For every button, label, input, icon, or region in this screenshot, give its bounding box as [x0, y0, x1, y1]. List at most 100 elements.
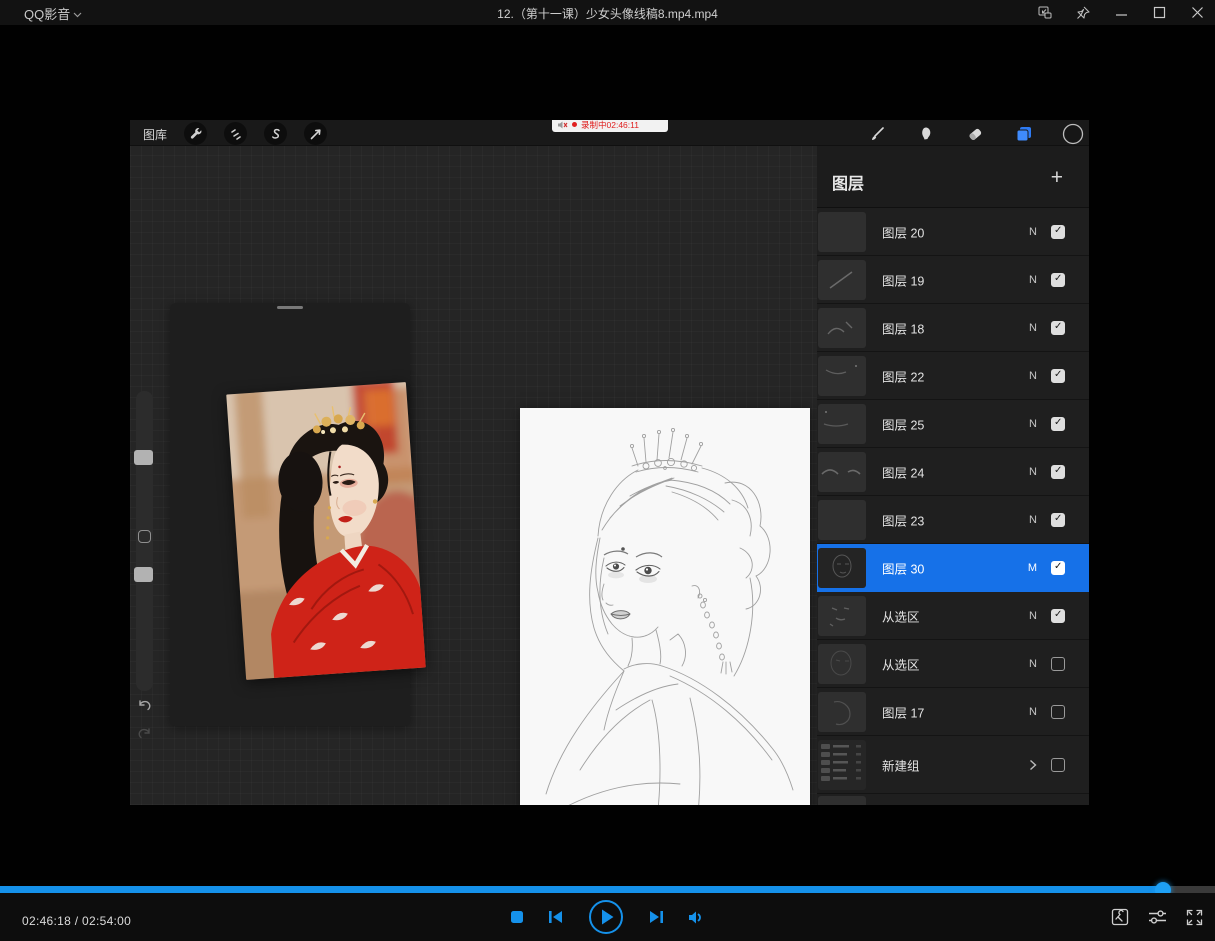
layers-panel-button[interactable]: [1012, 122, 1035, 145]
wrench-icon: [189, 127, 203, 141]
layer-row[interactable]: 图层 18 N: [817, 304, 1089, 352]
pin-icon: [1076, 6, 1090, 20]
player-control-bar: 02:46:18 / 02:54:00: [0, 893, 1215, 941]
gallery-button[interactable]: 图库: [143, 126, 167, 143]
group-visibility-checkbox[interactable]: [1051, 758, 1065, 772]
blend-mode-button[interactable]: N: [1029, 658, 1037, 670]
brush-tool-button[interactable]: [865, 122, 888, 145]
reference-panel-handle[interactable]: [277, 306, 303, 309]
layer-visibility-checkbox[interactable]: [1051, 369, 1065, 383]
layer-row[interactable]: 图层 24 N: [817, 448, 1089, 496]
sidebar-modify-button[interactable]: [138, 530, 151, 543]
blend-mode-button[interactable]: N: [1029, 466, 1037, 478]
adjustments-button[interactable]: [224, 122, 247, 145]
video-title: 12.（第十一课）少女头像线稿8.mp4.mp4: [0, 5, 1215, 22]
screenshot-icon: [1111, 908, 1129, 926]
layer-visibility-checkbox[interactable]: [1051, 321, 1065, 335]
eraser-tool-button[interactable]: [963, 122, 986, 145]
layer-visibility-checkbox[interactable]: [1051, 561, 1065, 575]
stop-button[interactable]: [510, 910, 524, 924]
blend-mode-button[interactable]: N: [1029, 274, 1037, 286]
minimize-button[interactable]: [1113, 5, 1129, 21]
layer-visibility-checkbox[interactable]: [1051, 465, 1065, 479]
stop-icon: [510, 910, 524, 924]
mini-mode-button[interactable]: [1037, 5, 1053, 21]
seek-bar[interactable]: [0, 886, 1215, 893]
reference-photo-image: [226, 382, 426, 680]
playback-controls: [510, 893, 705, 941]
layers-panel: 图层 + 图层 20 N 图层 19 N 图层 18 N: [817, 146, 1089, 805]
layer-row[interactable]: 图层 22 N: [817, 352, 1089, 400]
right-controls: [1111, 893, 1203, 941]
actions-button[interactable]: [184, 122, 207, 145]
layer-row[interactable]: 图层 23 N: [817, 496, 1089, 544]
layer-row[interactable]: 从选区 N: [817, 640, 1089, 688]
close-button[interactable]: [1189, 5, 1205, 21]
selection-button[interactable]: [264, 122, 287, 145]
layer-thumbnail: [818, 500, 866, 540]
blend-mode-button[interactable]: N: [1029, 418, 1037, 430]
layer-thumbnail: [818, 548, 866, 588]
layers-panel-title: 图层: [832, 170, 864, 194]
layer-visibility-checkbox[interactable]: [1051, 657, 1065, 671]
color-picker-button[interactable]: [1061, 122, 1084, 145]
brush-opacity-slider[interactable]: [134, 567, 153, 582]
blend-mode-button[interactable]: N: [1029, 706, 1037, 718]
minimize-icon: [1115, 6, 1128, 19]
brush-size-slider[interactable]: [134, 450, 153, 465]
play-icon: [588, 899, 624, 935]
layer-visibility-checkbox[interactable]: [1051, 225, 1065, 239]
group-expand-chevron[interactable]: [1029, 759, 1037, 771]
layer-visibility-checkbox[interactable]: [1051, 513, 1065, 527]
layer-row-selected[interactable]: 图层 30 M: [817, 544, 1089, 592]
blend-mode-button[interactable]: N: [1029, 226, 1037, 238]
blend-mode-button[interactable]: N: [1029, 370, 1037, 382]
play-button[interactable]: [588, 899, 624, 935]
layer-row[interactable]: 图层 19 N: [817, 256, 1089, 304]
add-layer-button[interactable]: +: [1051, 166, 1063, 190]
layer-visibility-checkbox[interactable]: [1051, 705, 1065, 719]
layer-row[interactable]: 图层 20 N: [817, 208, 1089, 256]
next-icon: [648, 910, 664, 924]
layer-thumbnail: [818, 356, 866, 396]
transform-button[interactable]: [304, 122, 327, 145]
undo-button[interactable]: [137, 697, 152, 711]
blend-mode-button[interactable]: N: [1029, 322, 1037, 334]
blend-mode-button[interactable]: M: [1028, 562, 1037, 574]
smudge-tool-button[interactable]: [914, 122, 937, 145]
selection-s-icon: [269, 127, 283, 141]
settings-sliders-icon: [1148, 909, 1167, 925]
procreate-topbar: 图库: [130, 120, 1089, 146]
reference-photo[interactable]: [226, 382, 426, 680]
layer-row[interactable]: 图层 25 N: [817, 400, 1089, 448]
layer-row[interactable]: 从选区 N: [817, 592, 1089, 640]
layer-thumbnail: [818, 260, 866, 300]
next-button[interactable]: [648, 910, 664, 924]
layer-row[interactable]: 图层 17 N: [817, 688, 1089, 736]
fullscreen-button[interactable]: [1186, 909, 1203, 926]
layer-thumbnail: [818, 596, 866, 636]
volume-button[interactable]: [688, 910, 705, 925]
group-name: 新建组: [882, 755, 920, 774]
window-controls: [1037, 0, 1205, 25]
maximize-button[interactable]: [1151, 5, 1167, 21]
layer-visibility-checkbox[interactable]: [1051, 417, 1065, 431]
drawing-canvas[interactable]: [520, 408, 810, 805]
blend-mode-button[interactable]: N: [1029, 514, 1037, 526]
magic-wand-icon: [229, 127, 243, 141]
layer-row-partial[interactable]: [817, 794, 1089, 805]
layer-visibility-checkbox[interactable]: [1051, 609, 1065, 623]
video-frame[interactable]: 图库: [130, 120, 1089, 805]
blend-mode-button[interactable]: N: [1029, 610, 1037, 622]
layer-visibility-checkbox[interactable]: [1051, 273, 1065, 287]
layer-name: 图层 20: [882, 222, 924, 241]
previous-button[interactable]: [548, 910, 564, 924]
redo-button[interactable]: [137, 725, 152, 739]
pin-button[interactable]: [1075, 5, 1091, 21]
layer-group-row[interactable]: 新建组: [817, 736, 1089, 794]
time-display: 02:46:18 / 02:54:00: [22, 914, 131, 928]
settings-button[interactable]: [1148, 909, 1167, 925]
screenshot-button[interactable]: [1111, 908, 1129, 926]
mini-mode-icon: [1038, 6, 1052, 19]
layer-name: 图层 23: [882, 510, 924, 529]
